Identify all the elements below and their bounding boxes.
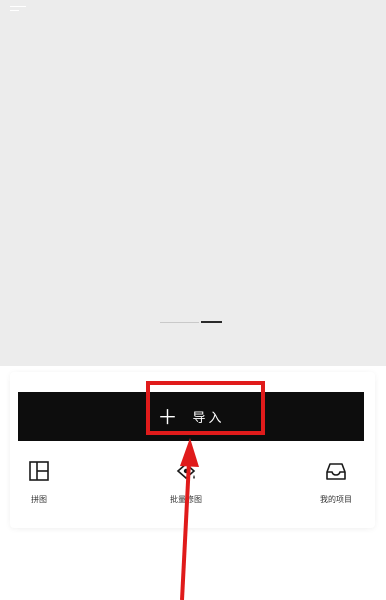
collage-button[interactable]: 拼图 <box>28 460 50 505</box>
carousel-page-indicator <box>160 321 222 324</box>
my-projects-label: 我的项目 <box>320 495 352 504</box>
banner-carousel[interactable] <box>0 0 386 366</box>
collage-icon <box>29 461 49 481</box>
page-dot-1[interactable] <box>160 322 199 323</box>
menu-icon[interactable] <box>10 6 26 16</box>
batch-edit-label: 批量修图 <box>170 495 202 504</box>
batch-edit-button[interactable]: 批量修图 <box>170 460 202 505</box>
page-dot-2[interactable] <box>201 321 222 323</box>
collage-label: 拼图 <box>31 495 47 504</box>
app-screen: ＋ 导入 拼图 批量修图 我的项目 <box>0 0 386 600</box>
annotation-highlight-box <box>146 381 265 435</box>
batch-edit-icon <box>176 462 196 480</box>
inbox-icon <box>326 463 346 480</box>
action-row: 拼图 批量修图 我的项目 <box>10 460 375 510</box>
my-projects-button[interactable]: 我的项目 <box>320 460 352 505</box>
